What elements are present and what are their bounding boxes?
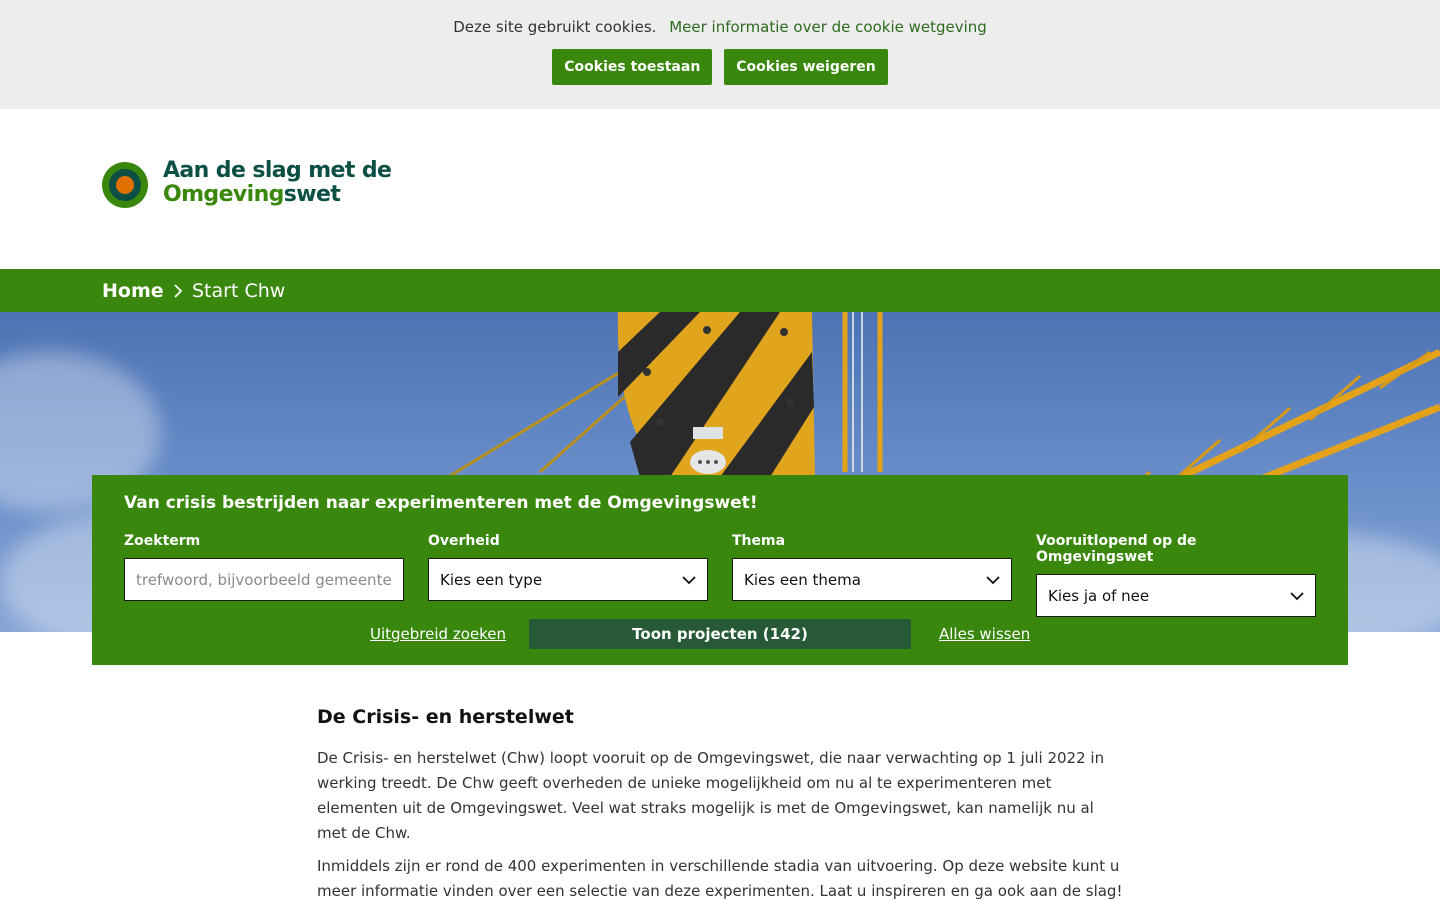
field-zoekterm: Zoekterm trefwoord, bijvoorbeeld gemeent…	[124, 533, 404, 601]
overheid-select-value: Kies een type	[440, 570, 543, 589]
search-panel: Van crisis bestrijden naar experimentere…	[92, 475, 1348, 665]
site-logo[interactable]: Aan de slag met de Omgevingswet	[102, 158, 392, 214]
show-projects-button[interactable]: Toon projecten (142)	[529, 619, 911, 649]
cookie-message-row: Deze site gebruikt cookies. Meer informa…	[0, 18, 1440, 36]
chevron-right-icon	[174, 284, 183, 298]
reject-cookies-button[interactable]: Cookies weigeren	[724, 49, 888, 85]
vooruitlopend-label: Vooruitlopend op de Omgevingswet	[1036, 533, 1197, 565]
cookie-buttons: Cookies toestaan Cookies weigeren	[0, 49, 1440, 85]
logo-text-swet: swet	[283, 182, 341, 207]
accept-cookies-button[interactable]: Cookies toestaan	[552, 49, 713, 85]
thema-select[interactable]: Kies een thema	[732, 558, 1012, 601]
field-thema: Thema Kies een thema	[732, 533, 1012, 601]
clear-all-link[interactable]: Alles wissen	[939, 625, 1030, 643]
vooruitlopend-select-value: Kies ja of nee	[1048, 586, 1150, 605]
overheid-label: Overheid	[428, 533, 500, 549]
content-paragraph: Inmiddels zijn er rond de 400 experiment…	[317, 857, 1123, 900]
main-content: De Crisis- en herstelwet De Crisis- en h…	[317, 706, 1127, 900]
breadcrumb-home-link[interactable]: Home	[102, 280, 164, 302]
search-input[interactable]: trefwoord, bijvoorbeeld gemeente	[124, 558, 404, 601]
logo-text-line2: Omgevingswet	[163, 182, 341, 207]
breadcrumb: Home Start Chw	[0, 269, 1440, 312]
chevron-down-icon	[682, 576, 696, 585]
logo-text-line1: Aan de slag met de	[163, 158, 392, 183]
zoekterm-label: Zoekterm	[124, 533, 201, 549]
logo-mark-icon	[102, 162, 148, 208]
vooruitlopend-select[interactable]: Kies ja of nee	[1036, 574, 1316, 617]
field-overheid: Overheid Kies een type	[428, 533, 708, 601]
thema-label: Thema	[732, 533, 786, 549]
content-heading: De Crisis- en herstelwet	[317, 706, 574, 728]
content-paragraph: De Crisis- en herstelwet (Chw) loopt voo…	[317, 749, 1105, 842]
chevron-down-icon	[986, 576, 1000, 585]
logo-text-omgeving: Omgeving	[163, 182, 284, 207]
overheid-select[interactable]: Kies een type	[428, 558, 708, 601]
chevron-down-icon	[1290, 592, 1304, 601]
search-panel-title: Van crisis bestrijden naar experimentere…	[124, 493, 758, 513]
field-vooruitlopend: Vooruitlopend op de Omgevingswet Kies ja…	[1036, 533, 1316, 617]
cookie-message: Deze site gebruikt cookies.	[453, 18, 657, 36]
cookie-info-link[interactable]: Meer informatie over de cookie wetgeving	[669, 18, 987, 36]
thema-select-value: Kies een thema	[744, 570, 861, 589]
advanced-search-link[interactable]: Uitgebreid zoeken	[370, 625, 506, 643]
cookie-bar: Deze site gebruikt cookies. Meer informa…	[0, 0, 1440, 109]
search-actions: Uitgebreid zoeken Toon projecten (142) A…	[92, 619, 1348, 649]
breadcrumb-current: Start Chw	[192, 280, 286, 302]
